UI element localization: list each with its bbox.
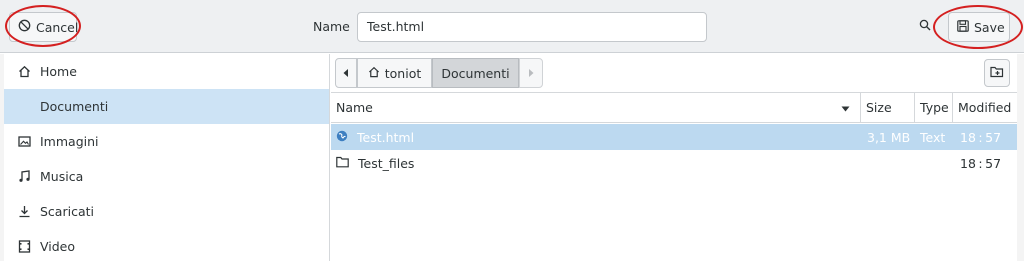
sidebar-item-label: Video bbox=[40, 239, 76, 254]
cancel-button[interactable]: Cancel bbox=[9, 12, 79, 42]
cancel-icon bbox=[18, 19, 31, 35]
file-modified: 18 : 57 bbox=[960, 129, 1002, 145]
search-icon bbox=[919, 19, 931, 34]
column-header-label: Modified bbox=[958, 100, 1012, 115]
column-header-label: Type bbox=[920, 100, 949, 115]
sidebar-item-label: Immagini bbox=[40, 134, 99, 149]
image-icon bbox=[17, 135, 31, 149]
sidebar-item-label: Scaricati bbox=[40, 204, 94, 219]
video-icon bbox=[17, 240, 31, 254]
path-forward-button[interactable] bbox=[519, 58, 543, 88]
column-header-size[interactable]: Size bbox=[861, 93, 915, 123]
web-file-icon bbox=[336, 130, 348, 145]
save-button[interactable]: Save bbox=[948, 12, 1010, 42]
column-header-type[interactable]: Type bbox=[915, 93, 953, 123]
home-icon bbox=[368, 66, 380, 81]
dialog-header-bar: Cancel Name Test.html Save bbox=[0, 0, 1024, 53]
file-row[interactable]: Test_files 18 : 57 bbox=[331, 150, 1017, 176]
file-name-cell: Test_files bbox=[336, 150, 414, 176]
breadcrumb-documenti[interactable]: Documenti bbox=[432, 58, 519, 88]
filename-input[interactable]: Test.html bbox=[357, 12, 707, 42]
column-header-label: Name bbox=[336, 100, 373, 115]
save-label: Save bbox=[974, 19, 1005, 35]
file-modified-cell: 18 : 57 bbox=[960, 124, 1001, 150]
sidebar-item-video[interactable]: Video bbox=[4, 229, 329, 261]
breadcrumb-label: toniot bbox=[384, 65, 422, 81]
new-folder-icon bbox=[990, 65, 1004, 81]
file-modified: 18 : 57 bbox=[960, 155, 1002, 171]
file-list: Name Size Type Modified Test.html 3,1 MB… bbox=[331, 92, 1017, 261]
search-button[interactable] bbox=[916, 17, 934, 35]
file-size-cell: 3,1 MB bbox=[867, 124, 910, 150]
sidebar-item-label: Documenti bbox=[40, 99, 109, 114]
file-name: Test.html bbox=[357, 129, 415, 145]
column-header-label: Size bbox=[866, 100, 892, 115]
sort-descending-icon bbox=[841, 100, 850, 115]
floppy-disk-icon bbox=[957, 19, 969, 35]
file-modified-cell: 18 : 57 bbox=[960, 150, 1001, 176]
sidebar-item-label: Musica bbox=[40, 169, 84, 184]
sidebar-item-home[interactable]: Home bbox=[4, 54, 329, 89]
file-type: Text bbox=[920, 129, 946, 145]
sidebar-item-musica[interactable]: Musica bbox=[4, 159, 329, 194]
download-icon bbox=[17, 205, 31, 219]
chevron-left-icon bbox=[342, 66, 350, 81]
chevron-right-icon bbox=[527, 66, 535, 81]
breadcrumb-home[interactable]: toniot bbox=[357, 58, 432, 88]
home-icon bbox=[17, 65, 31, 79]
documents-folder-icon bbox=[17, 100, 31, 114]
sidebar-item-immagini[interactable]: Immagini bbox=[4, 124, 329, 159]
file-size: 3,1 MB bbox=[867, 129, 911, 145]
file-type-cell: Text bbox=[920, 124, 945, 150]
file-name-cell: Test.html bbox=[336, 124, 414, 150]
path-back-button[interactable] bbox=[335, 58, 357, 88]
music-icon bbox=[17, 170, 31, 184]
sidebar-item-documenti[interactable]: Documenti bbox=[4, 89, 329, 124]
sidebar-item-scaricati[interactable]: Scaricati bbox=[4, 194, 329, 229]
places-sidebar: Home Documenti Immagini Musica Scaricati… bbox=[4, 54, 330, 261]
column-header-name[interactable]: Name bbox=[331, 93, 861, 123]
new-folder-button[interactable] bbox=[984, 59, 1010, 87]
file-name: Test_files bbox=[358, 155, 415, 171]
sidebar-item-label: Home bbox=[40, 64, 77, 79]
file-row[interactable]: Test.html 3,1 MB Text 18 : 57 bbox=[331, 124, 1017, 150]
column-header-modified[interactable]: Modified bbox=[953, 93, 1017, 123]
folder-icon bbox=[336, 156, 349, 171]
name-label: Name bbox=[313, 19, 350, 34]
breadcrumb-label: Documenti bbox=[441, 65, 510, 81]
cancel-label: Cancel bbox=[36, 19, 79, 35]
path-bar: toniot Documenti bbox=[331, 54, 1017, 92]
background-window-edge-right bbox=[1017, 54, 1024, 261]
